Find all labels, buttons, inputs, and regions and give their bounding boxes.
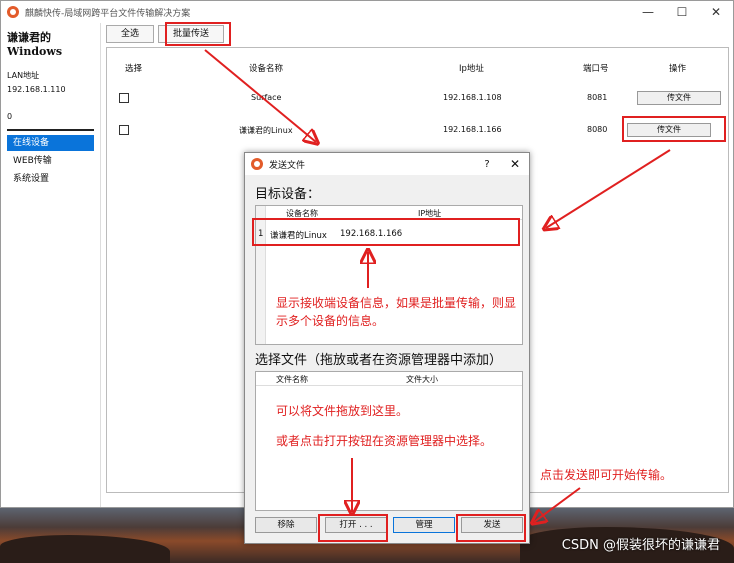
dialog-title: 发送文件 (269, 160, 306, 171)
transfer-count: 0 (7, 112, 13, 121)
col-ip: Ip地址 (459, 64, 484, 74)
maximize-icon[interactable]: ☐ (665, 5, 699, 19)
sidebar-item-settings[interactable]: 系统设置 (7, 171, 94, 187)
col-file-name: 文件名称 (276, 375, 308, 384)
select-all-button[interactable]: 全选 (106, 25, 155, 43)
minimize-icon[interactable]: — (631, 5, 665, 19)
device-name: 谦谦君的Linux (239, 126, 293, 135)
file-list-header: 文件名称 文件大小 (256, 372, 522, 386)
col-file-size: 文件大小 (406, 375, 438, 384)
sidebar-item-web-transfer[interactable]: WEB传输 (7, 153, 94, 169)
target-heading: 目标设备： (255, 187, 321, 202)
manage-button[interactable]: 管理 (393, 517, 455, 533)
col-action: 操作 (669, 64, 687, 74)
table-row: Surface 192.168.1.108 8081 传文件 (107, 88, 728, 108)
col-port: 端口号 (583, 64, 609, 74)
close-icon[interactable]: ✕ (501, 157, 529, 171)
annotation-drag-drop: 可以将文件拖放到这里。 (276, 404, 409, 418)
send-file-dialog: 发送文件 ? ✕ 目标设备： 设备名称 IP地址 1 谦谦君的Linux 192… (244, 152, 530, 544)
annotation-open-button: 或者点击打开按钮在资源管理器中选择。 (276, 434, 493, 448)
close-icon[interactable]: ✕ (699, 5, 733, 19)
device-name: Surface (251, 93, 282, 102)
annotation-send: 点击发送即可开始传输。 (540, 468, 673, 482)
highlight-open-button (318, 514, 388, 542)
sidebar-divider (7, 129, 94, 131)
help-icon[interactable]: ? (473, 159, 501, 170)
device-port: 8080 (587, 125, 608, 134)
device-ip: 192.168.1.108 (443, 93, 502, 102)
highlight-batch-send (165, 22, 231, 46)
app-logo-icon (251, 158, 263, 170)
highlight-send-file (622, 116, 726, 142)
sidebar-item-online-devices[interactable]: 在线设备 (7, 135, 94, 151)
device-brand: 谦谦君的Windows (7, 31, 63, 58)
send-file-button[interactable]: 传文件 (637, 91, 721, 105)
file-heading: 选择文件（拖放或者在资源管理器中添加） (255, 353, 503, 368)
table-header: 选择 设备名称 Ip地址 端口号 操作 (107, 62, 728, 76)
highlight-target-row (252, 218, 520, 246)
window-controls: — ☐ ✕ (631, 5, 733, 19)
device-port: 8081 (587, 93, 608, 102)
col-device-name: 设备名称 (249, 64, 284, 74)
title-bar[interactable]: 麒麟快传-局域网跨平台文件传输解决方案 — ☐ ✕ (1, 1, 733, 23)
lan-ip: 192.168.1.110 (7, 85, 66, 94)
remove-button[interactable]: 移除 (255, 517, 317, 533)
wallpaper-rock (0, 535, 170, 563)
sidebar-nav: 在线设备 WEB传输 系统设置 (1, 135, 100, 187)
device-ip: 192.168.1.166 (443, 125, 502, 134)
window-title: 麒麟快传-局域网跨平台文件传输解决方案 (25, 8, 191, 19)
dialog-title-bar[interactable]: 发送文件 ? ✕ (245, 153, 529, 175)
lan-label: LAN地址 (7, 71, 40, 80)
row-checkbox[interactable] (119, 125, 129, 135)
app-logo-icon (7, 6, 19, 18)
highlight-send-button (456, 514, 526, 542)
annotation-target-info: 显示接收端设备信息，如果是批量传输，则显示多个设备的信息。 (276, 296, 517, 328)
row-checkbox[interactable] (119, 93, 129, 103)
sidebar: 谦谦君的Windows LAN地址 192.168.1.110 0 在线设备 W… (1, 23, 101, 507)
watermark: CSDN @假装很坏的谦谦君 (561, 538, 720, 553)
col-select: 选择 (125, 64, 143, 74)
